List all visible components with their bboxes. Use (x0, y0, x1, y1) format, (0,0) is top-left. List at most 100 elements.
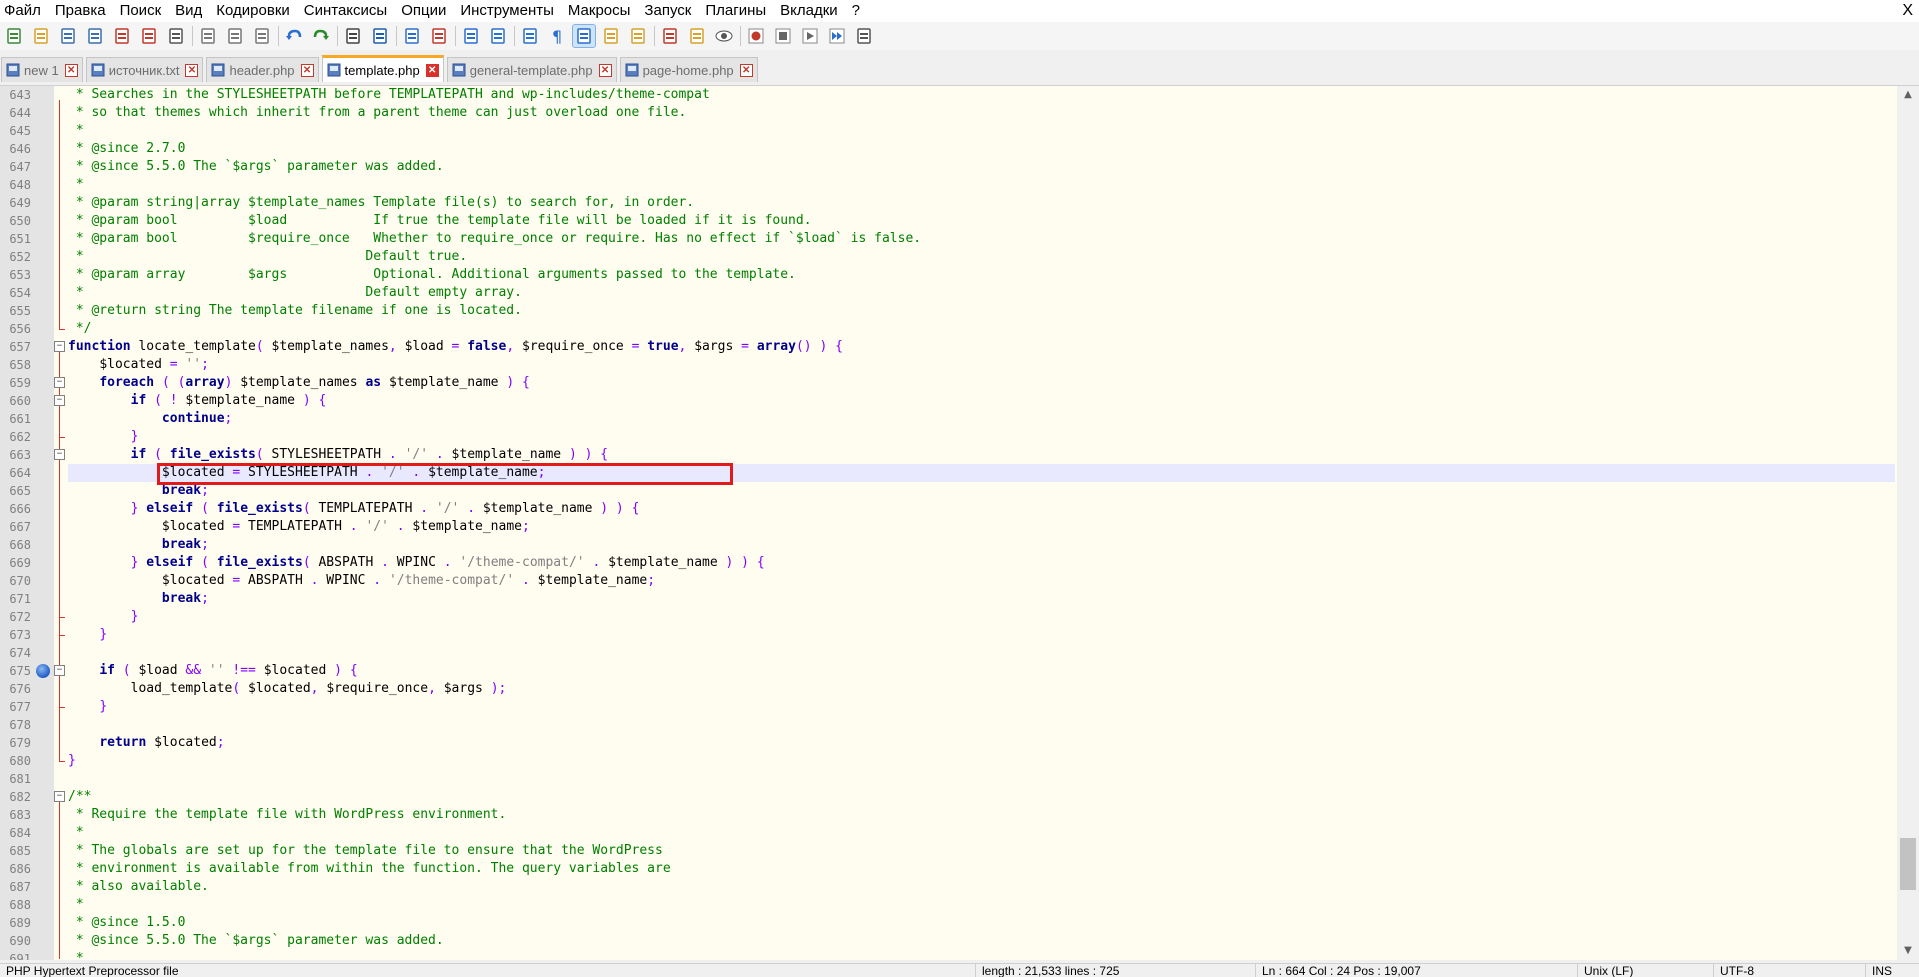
tab-2[interactable]: header.php ✕ (206, 57, 319, 82)
code-line[interactable]: function locate_template( $template_name… (68, 338, 1895, 356)
code-line[interactable]: * environment is available from within t… (68, 860, 1895, 878)
fold-toggle-icon[interactable]: − (54, 341, 65, 352)
show-all-chars-button[interactable]: ¶ (546, 25, 568, 47)
menu-item-10[interactable]: Плагины (698, 0, 773, 22)
code-line[interactable]: */ (68, 320, 1895, 338)
code-line[interactable]: $located = ABSPATH . WPINC . '/theme-com… (68, 572, 1895, 590)
code-line[interactable]: } (68, 752, 1895, 770)
fold-toggle-icon[interactable]: − (54, 395, 65, 406)
menu-item-12[interactable]: ? (845, 0, 867, 22)
code-line[interactable]: } (68, 608, 1895, 626)
code-line[interactable]: if ( file_exists( STYLESHEETPATH . '/' .… (68, 446, 1895, 464)
close-button[interactable] (111, 25, 133, 47)
code-line[interactable]: * @return string The template filename i… (68, 302, 1895, 320)
close-all-button[interactable] (138, 25, 160, 47)
code-line[interactable]: $located = TEMPLATEPATH . '/' . $templat… (68, 518, 1895, 536)
status-eol[interactable]: Unix (LF) (1578, 964, 1714, 977)
scroll-down-arrow-icon[interactable]: ▼ (1897, 942, 1919, 960)
code-line[interactable]: * @since 2.7.0 (68, 140, 1895, 158)
indent-guide-button[interactable] (572, 24, 596, 48)
code-line[interactable]: } elseif ( file_exists( ABSPATH . WPINC … (68, 554, 1895, 572)
word-wrap-button[interactable] (519, 25, 541, 47)
menu-item-4[interactable]: Кодировки (209, 0, 296, 22)
code-line[interactable]: * Searches in the STYLESHEETPATH before … (68, 86, 1895, 104)
menu-item-2[interactable]: Поиск (113, 0, 169, 22)
code-text[interactable]: * Searches in the STYLESHEETPATH before … (68, 86, 1895, 960)
code-line[interactable]: * @param bool $load If true the template… (68, 212, 1895, 230)
tab-0[interactable]: new 1 ✕ (1, 57, 83, 82)
code-line[interactable]: } (68, 626, 1895, 644)
save-macro-button[interactable] (853, 25, 875, 47)
fold-toggle-icon[interactable]: − (54, 449, 65, 460)
status-encoding[interactable]: UTF-8 (1714, 964, 1866, 977)
cut-button[interactable] (197, 25, 219, 47)
print-button[interactable] (165, 25, 187, 47)
menu-item-8[interactable]: Макросы (561, 0, 638, 22)
vertical-scrollbar[interactable]: ▲ ▼ (1897, 86, 1919, 960)
code-editor[interactable]: 643 644 645 646 647 648 649 650 651 652 653 654 655 6… (0, 85, 1919, 960)
code-line[interactable]: * @since 5.5.0 The `$args` parameter was… (68, 158, 1895, 176)
new-file-button[interactable] (3, 25, 25, 47)
code-line[interactable]: * (68, 824, 1895, 842)
document-map-button[interactable] (627, 25, 649, 47)
menu-item-0[interactable]: Файл (0, 0, 48, 22)
tab-close-icon[interactable]: ✕ (739, 63, 753, 77)
menu-item-1[interactable]: Правка (48, 0, 113, 22)
tab-5[interactable]: page-home.php ✕ (619, 57, 758, 82)
function-list-button[interactable] (659, 25, 681, 47)
find-button[interactable] (342, 25, 364, 47)
run-macro-multiple-button[interactable] (826, 25, 848, 47)
code-line[interactable]: * (68, 176, 1895, 194)
code-line[interactable]: * Default true. (68, 248, 1895, 266)
code-line[interactable]: * (68, 950, 1895, 960)
zoom-out-button[interactable] (428, 25, 450, 47)
tab-close-icon[interactable]: ✕ (300, 63, 314, 77)
user-language-button[interactable] (600, 25, 622, 47)
code-line[interactable]: foreach ( (array) $template_names as $te… (68, 374, 1895, 392)
menu-item-9[interactable]: Запуск (637, 0, 698, 22)
save-button[interactable] (57, 25, 79, 47)
tab-4[interactable]: general-template.php ✕ (446, 57, 617, 82)
close-window-button[interactable]: X (1902, 0, 1913, 22)
code-line[interactable]: if ( ! $template_name ) { (68, 392, 1895, 410)
record-macro-button[interactable] (745, 25, 767, 47)
fold-margin[interactable] (54, 86, 67, 960)
replace-button[interactable] (369, 25, 391, 47)
undo-button[interactable] (283, 25, 305, 47)
copy-button[interactable] (224, 25, 246, 47)
code-line[interactable]: * The globals are set up for the templat… (68, 842, 1895, 860)
menu-item-7[interactable]: Инструменты (453, 0, 561, 22)
play-macro-button[interactable] (799, 25, 821, 47)
code-line[interactable]: } (68, 428, 1895, 446)
scroll-up-arrow-icon[interactable]: ▲ (1897, 86, 1919, 104)
code-line[interactable]: * also available. (68, 878, 1895, 896)
code-line[interactable]: load_template( $located, $require_once, … (68, 680, 1895, 698)
code-line[interactable]: * @since 5.5.0 The `$args` parameter was… (68, 932, 1895, 950)
code-line[interactable] (68, 716, 1895, 734)
bookmark-icon[interactable] (36, 664, 50, 678)
code-line[interactable]: $located = ''; (68, 356, 1895, 374)
code-line[interactable]: * @since 1.5.0 (68, 914, 1895, 932)
tab-close-icon[interactable]: ✕ (425, 63, 439, 77)
tab-close-icon[interactable]: ✕ (64, 63, 78, 77)
fold-toggle-icon[interactable]: − (54, 377, 65, 388)
menu-item-11[interactable]: Вкладки (773, 0, 845, 22)
redo-button[interactable] (310, 25, 332, 47)
code-line[interactable] (68, 644, 1895, 662)
scrollbar-thumb[interactable] (1900, 838, 1916, 890)
code-line[interactable]: * Default empty array. (68, 284, 1895, 302)
zoom-in-button[interactable] (401, 25, 423, 47)
code-line[interactable]: /** (68, 788, 1895, 806)
code-line[interactable]: continue; (68, 410, 1895, 428)
code-line[interactable]: * (68, 122, 1895, 140)
code-line[interactable]: * @param bool $require_once Whether to r… (68, 230, 1895, 248)
menu-item-5[interactable]: Синтаксисы (297, 0, 394, 22)
code-line[interactable]: * so that themes which inherit from a pa… (68, 104, 1895, 122)
stop-macro-button[interactable] (772, 25, 794, 47)
code-line[interactable]: * @param array $args Optional. Additiona… (68, 266, 1895, 284)
menu-item-3[interactable]: Вид (168, 0, 209, 22)
code-line[interactable]: break; (68, 536, 1895, 554)
code-line[interactable]: break; (68, 590, 1895, 608)
paste-button[interactable] (251, 25, 273, 47)
code-line[interactable]: return $located; (68, 734, 1895, 752)
